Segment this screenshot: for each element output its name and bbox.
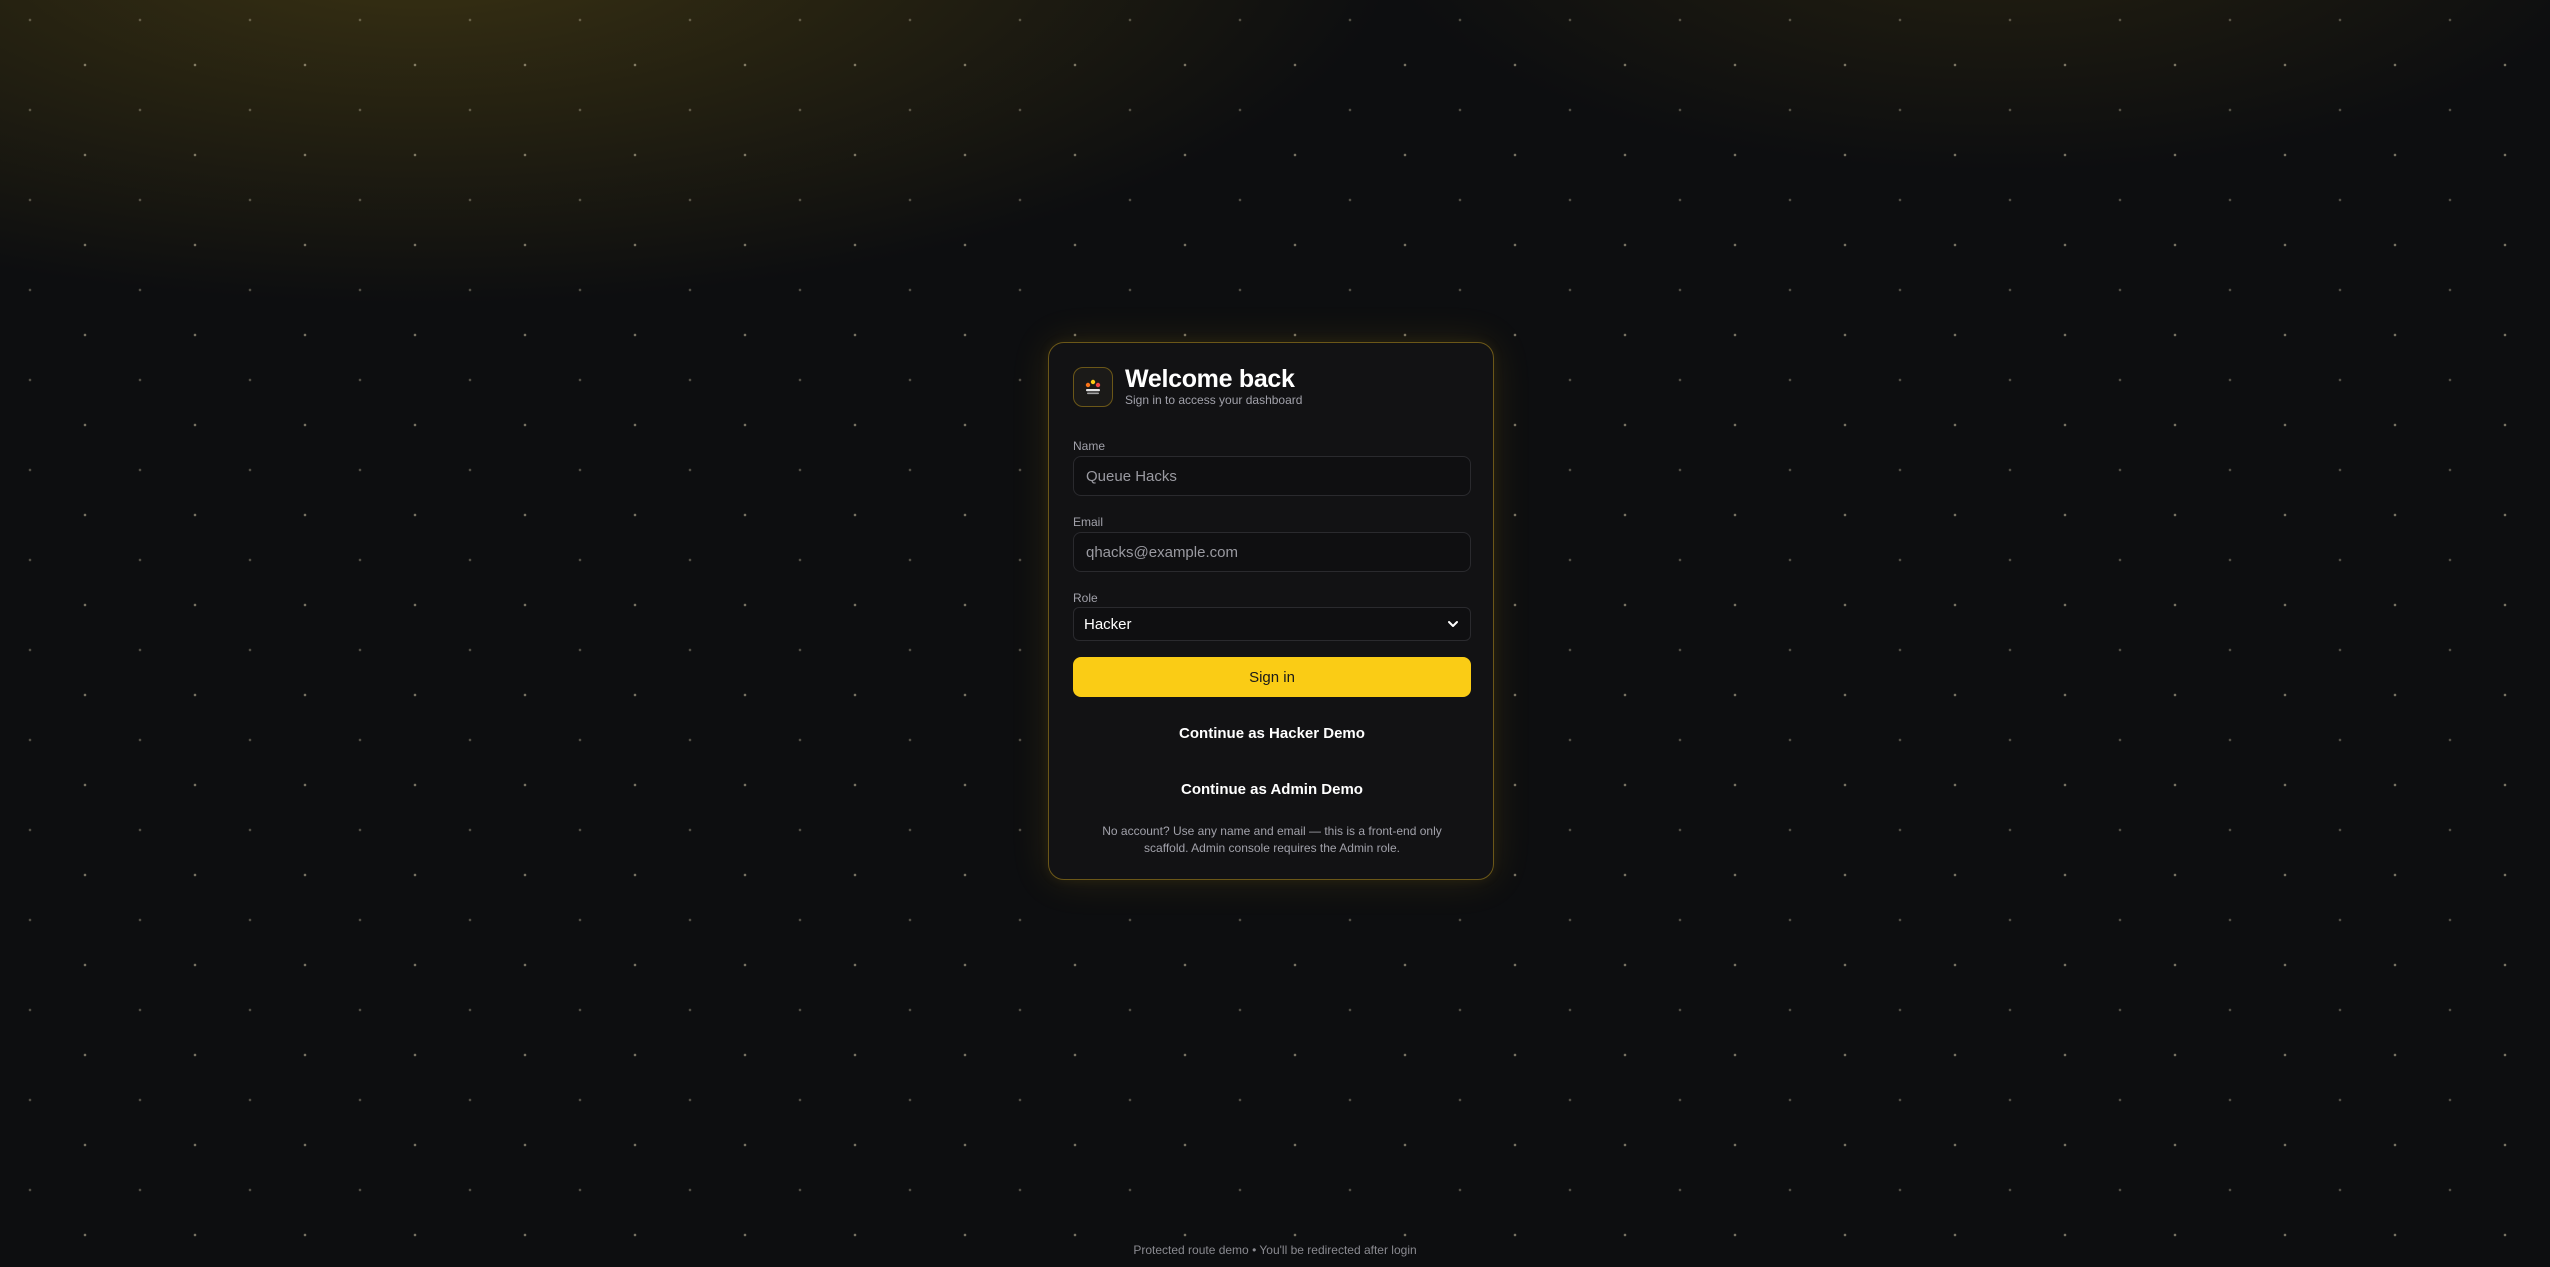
hacker-demo-button[interactable]: Continue as Hacker Demo — [1073, 715, 1471, 751]
login-card: Welcome back Sign in to access your dash… — [1048, 342, 1494, 880]
card-header: Welcome back Sign in to access your dash… — [1073, 366, 1302, 407]
chevron-down-icon — [1446, 617, 1460, 631]
role-select[interactable]: Hacker — [1073, 607, 1471, 641]
queue-logo-icon — [1073, 366, 1113, 407]
role-selected-value: Hacker — [1084, 615, 1132, 633]
admin-demo-button[interactable]: Continue as Admin Demo — [1073, 771, 1471, 807]
page-subtitle: Sign in to access your dashboard — [1125, 393, 1303, 407]
page-title: Welcome back — [1125, 365, 1295, 393]
name-label: Name — [1073, 439, 1106, 453]
help-note: No account? Use any name and email — thi… — [1102, 824, 1442, 855]
header-titles: Welcome back Sign in to access your dash… — [1125, 365, 1303, 408]
footer-text: Protected route demo • You'll be redirec… — [1133, 1243, 1417, 1257]
email-label: Email — [1073, 515, 1104, 529]
name-input[interactable] — [1073, 456, 1471, 496]
sign-in-button[interactable]: Sign in — [1073, 657, 1471, 697]
role-label: Role — [1073, 591, 1098, 605]
email-input[interactable] — [1073, 532, 1471, 572]
